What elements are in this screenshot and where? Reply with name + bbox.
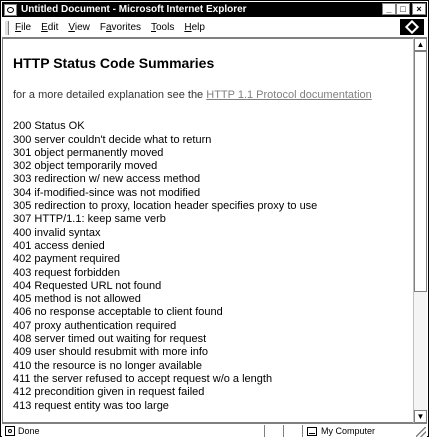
menu-favorites-accel: a <box>105 22 112 33</box>
scroll-thumb[interactable] <box>414 51 427 292</box>
status-code-item: 200 Status OK <box>13 120 85 133</box>
status-pane: Done <box>2 425 265 437</box>
status-code-item: 400 invalid syntax <box>13 226 101 239</box>
status-code-item: 403 request forbidden <box>13 266 121 279</box>
security-zone: My Computer <box>307 426 375 436</box>
menu-view-accel: V <box>68 22 75 33</box>
status-cell-secure <box>284 425 303 437</box>
close-button[interactable]: × <box>412 3 426 15</box>
status-code-item: 307 HTTP/1.1: keep same verb <box>13 213 166 226</box>
menu-edit-label: dit <box>47 22 59 33</box>
throbber-logo-icon <box>404 19 420 35</box>
menu-edit[interactable]: Edit <box>41 22 58 33</box>
status-code-item: 410 the resource is no longer available <box>13 359 202 372</box>
status-code-item: 402 payment required <box>13 253 121 266</box>
status-code-item: 406 no response acceptable to client fou… <box>13 306 223 319</box>
my-computer-icon <box>307 426 317 436</box>
status-code-list: 200 Status OK 300 server couldn't decide … <box>13 120 404 413</box>
status-text: Done <box>18 426 40 436</box>
menu-help-label: elp <box>191 22 205 33</box>
scroll-down-button[interactable]: ▼ <box>414 410 427 423</box>
page-content: HTTP Status Code Summaries for a more de… <box>3 39 414 413</box>
minimize-button[interactable]: _ <box>382 3 396 15</box>
status-code-item: 300 server couldn't decide what to retur… <box>13 133 212 146</box>
status-code-item: 301 object permanently moved <box>13 146 164 159</box>
ie-document-icon <box>4 3 17 16</box>
vertical-scrollbar[interactable]: ▲ ▼ <box>413 38 427 423</box>
menu-bar: File Edit View Favorites Tools Help <box>2 18 427 38</box>
status-code-item: 413 request entity was too large <box>13 399 169 412</box>
intro-paragraph: for a more detailed explanation see the … <box>13 89 404 102</box>
window-controls: _ □ × <box>382 3 426 15</box>
page-heading: HTTP Status Code Summaries <box>13 55 215 71</box>
security-zone-label: My Computer <box>321 426 376 436</box>
status-code-item: 401 access denied <box>13 239 105 252</box>
menu-view[interactable]: View <box>68 22 90 33</box>
menu-view-label: iew <box>74 22 90 33</box>
menu-file-label: ile <box>21 22 32 33</box>
menu-grip[interactable] <box>4 20 9 35</box>
status-code-item: 412 precondition given in request failed <box>13 386 205 399</box>
status-cell-progress <box>265 425 284 437</box>
maximize-button[interactable]: □ <box>396 3 410 15</box>
status-bar: Done My Computer <box>2 423 427 438</box>
page-viewport[interactable]: HTTP Status Code Summaries for a more de… <box>2 38 415 423</box>
title-bar[interactable]: Untitled Document - Microsoft Internet E… <box>2 2 427 17</box>
status-code-item: 302 object temporarily moved <box>13 160 158 173</box>
browser-window: Untitled Document - Microsoft Internet E… <box>0 0 429 438</box>
status-code-item: 407 proxy authentication required <box>13 319 177 332</box>
menu-tools-label: ools <box>156 22 175 33</box>
status-code-item: 304 if-modified-since was not modified <box>13 186 201 199</box>
page-done-icon <box>5 426 15 436</box>
menu-help-accel: H <box>184 22 192 33</box>
window-title: Untitled Document - Microsoft Internet E… <box>21 4 247 15</box>
status-code-item: 405 method is not allowed <box>13 293 141 306</box>
resize-grip-icon[interactable] <box>416 427 426 437</box>
menu-tools[interactable]: Tools <box>151 22 174 33</box>
status-code-item: 303 redirection w/ new access method <box>13 173 201 186</box>
intro-text: for a more detailed explanation see the <box>13 89 207 101</box>
menu-file[interactable]: File <box>15 22 31 33</box>
windows-logo-icon <box>400 19 424 35</box>
status-code-item: 404 Requested URL not found <box>13 279 162 292</box>
status-code-item: 305 redirection to proxy, location heade… <box>13 200 318 213</box>
status-code-item: 409 user should resubmit with more info <box>13 346 209 359</box>
menu-favorites[interactable]: Favorites <box>100 22 141 33</box>
scroll-up-button[interactable]: ▲ <box>414 38 427 51</box>
menu-edit-accel: E <box>41 22 48 33</box>
menu-help[interactable]: Help <box>184 22 205 33</box>
status-code-item: 408 server timed out waiting for request <box>13 333 207 346</box>
http-protocol-link[interactable]: HTTP 1.1 Protocol documentation <box>206 89 372 101</box>
menu-favorites-label: vorites <box>111 22 141 33</box>
status-code-item: 411 the server refused to accept request… <box>13 372 273 385</box>
